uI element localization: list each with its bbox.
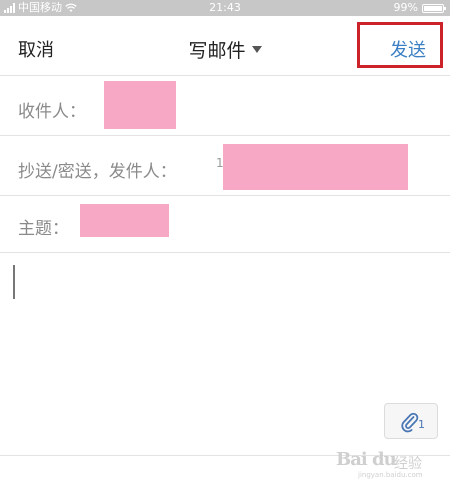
to-field[interactable]: 收件人：: [0, 76, 450, 136]
cc-label: 抄送/密送，发件人：: [18, 162, 177, 182]
to-label: 收件人：: [18, 102, 86, 122]
paperclip-icon: [401, 412, 419, 433]
subject-label: 主题：: [18, 219, 69, 239]
battery-percent: 99%: [393, 1, 418, 14]
status-right: 99%: [393, 0, 446, 16]
subject-value-redacted: [80, 204, 169, 237]
watermark-text: 经验: [394, 456, 422, 472]
watermark-logo: Bai du: [336, 449, 397, 470]
page-title[interactable]: 写邮件: [188, 36, 245, 63]
compose-header: 取消 写邮件 发送: [0, 16, 450, 76]
compose-email-screen: 中国移动 21:43 99% 取消 写邮件 发送 收件人： 抄送/密送，发件人：…: [0, 0, 450, 493]
subject-field[interactable]: 主题：: [0, 196, 450, 253]
status-bar: 中国移动 21:43 99%: [0, 0, 450, 16]
attachment-button[interactable]: 1: [384, 403, 438, 439]
cc-value-redacted: [223, 144, 408, 190]
status-time: 21:43: [209, 1, 241, 14]
text-cursor: [13, 265, 15, 299]
to-value-redacted: [104, 81, 176, 129]
watermark-url: jingyan.baidu.com: [358, 471, 423, 479]
caret-down-icon[interactable]: [251, 46, 262, 53]
cancel-button[interactable]: 取消: [18, 36, 54, 62]
battery-icon: [422, 3, 446, 13]
cc-field[interactable]: 抄送/密送，发件人： 1: [0, 136, 450, 196]
attachment-count: 1: [418, 418, 425, 431]
send-button[interactable]: 发送: [390, 36, 426, 62]
email-body-input[interactable]: [0, 253, 450, 453]
baidu-jingyan-watermark: Bai du 经验 jingyan.baidu.com: [336, 449, 446, 479]
